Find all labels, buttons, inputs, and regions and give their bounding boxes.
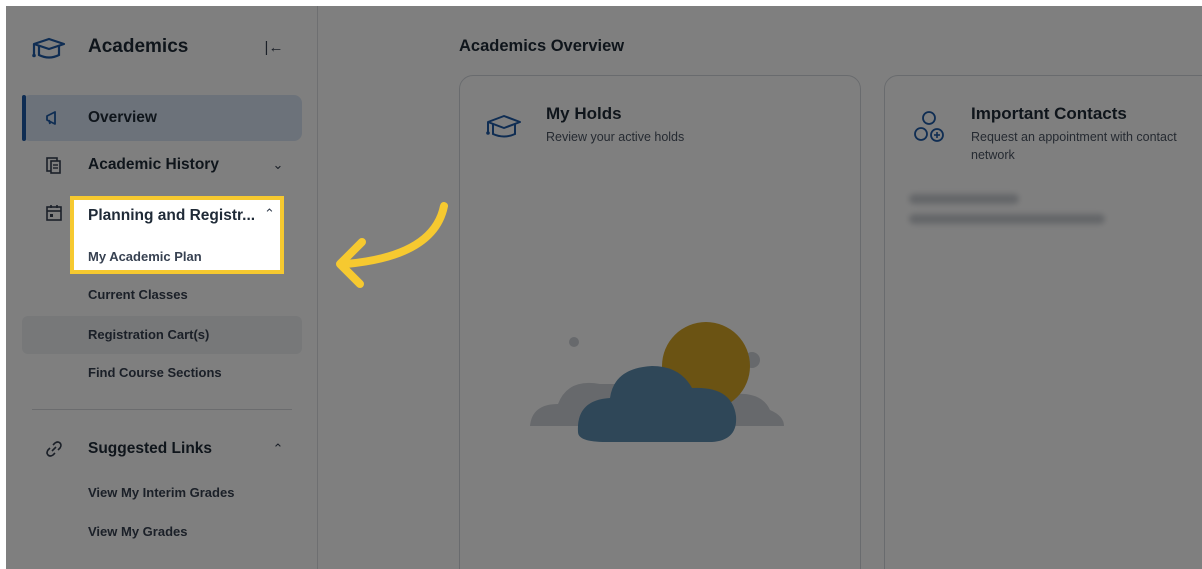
card-subtitle: Request an appointment with contact netw… bbox=[971, 130, 1177, 162]
calendar-icon bbox=[46, 205, 62, 221]
chevron-up-icon[interactable]: ⌃ bbox=[264, 206, 275, 222]
graduation-cap-icon bbox=[486, 115, 521, 138]
sidebar-item-label: Academic History bbox=[88, 156, 219, 173]
sidebar-item-suggested-links[interactable]: Suggested Links ⌃ bbox=[22, 426, 302, 472]
blurred-contact-name bbox=[909, 194, 1019, 204]
sub-item-interim-grades[interactable]: View My Interim Grades bbox=[22, 474, 302, 512]
card-my-holds[interactable]: My Holds Review your active holds bbox=[459, 75, 861, 569]
graduation-cap-icon bbox=[32, 37, 66, 59]
sub-item-label: Registration Cart(s) bbox=[88, 327, 210, 342]
sidebar-item-label[interactable]: Planning and Registr... bbox=[88, 207, 255, 225]
sidebar: Academics |← Overview Academic History ⌄ bbox=[6, 6, 318, 569]
sidebar-item-overview[interactable]: Overview bbox=[22, 95, 302, 141]
sub-item-label: Find Course Sections bbox=[88, 365, 222, 380]
sub-item-registration-cart[interactable]: Registration Cart(s) bbox=[22, 316, 302, 354]
chevron-down-icon[interactable]: ⌄ bbox=[268, 155, 288, 175]
sub-item-label: Current Classes bbox=[88, 287, 188, 302]
card-title: Important Contacts bbox=[971, 104, 1127, 123]
tutorial-highlight-box: Planning and Registr... ⌃ My Academic Pl… bbox=[70, 196, 284, 274]
app-frame: Academics |← Overview Academic History ⌄ bbox=[6, 6, 1202, 569]
card-important-contacts[interactable]: Important Contacts Request an appointmen… bbox=[884, 75, 1202, 569]
sidebar-item-label: Suggested Links bbox=[88, 440, 213, 457]
sub-item-my-academic-plan[interactable]: My Academic Plan bbox=[88, 249, 202, 264]
sub-item-my-grades[interactable]: View My Grades bbox=[22, 513, 302, 551]
sun-cloud-illustration bbox=[530, 322, 784, 442]
sub-item-label: View My Interim Grades bbox=[88, 485, 235, 500]
sub-item-current-classes[interactable]: Current Classes bbox=[22, 276, 302, 314]
sub-item-label: View My Grades bbox=[88, 524, 188, 539]
megaphone-icon bbox=[46, 111, 56, 125]
sidebar-item-label: Overview bbox=[88, 109, 157, 126]
app-title: Academics bbox=[88, 36, 189, 57]
blurred-contact-detail bbox=[909, 214, 1105, 224]
card-title: My Holds bbox=[546, 104, 622, 123]
chevron-up-icon[interactable]: ⌃ bbox=[268, 439, 288, 459]
page-title: Academics Overview bbox=[459, 37, 625, 55]
tutorial-arrow-icon bbox=[336, 202, 448, 288]
sidebar-divider bbox=[32, 409, 292, 410]
sidebar-item-academic-history[interactable]: Academic History ⌄ bbox=[22, 142, 302, 188]
contacts-network-icon bbox=[914, 111, 944, 142]
document-history-icon bbox=[46, 157, 61, 174]
sub-item-find-course-sections[interactable]: Find Course Sections bbox=[22, 354, 302, 392]
collapse-left-icon[interactable]: |← bbox=[264, 38, 284, 58]
card-subtitle: Review your active holds bbox=[546, 130, 685, 144]
sidebar-header: Academics |← bbox=[6, 28, 318, 68]
link-icon bbox=[46, 441, 62, 457]
